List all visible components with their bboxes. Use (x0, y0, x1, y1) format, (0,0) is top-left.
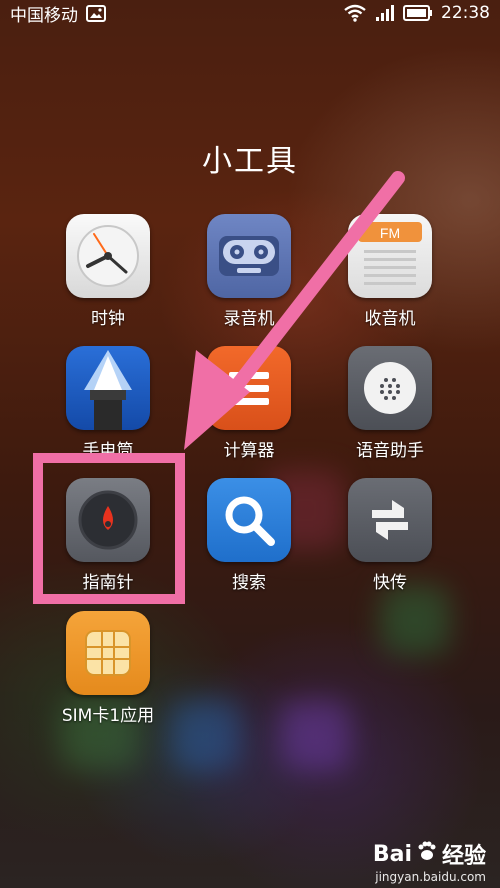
watermark-brand-prefix: Bai (372, 841, 412, 867)
watermark: Bai 经验 jingyan.baidu.com (373, 838, 486, 884)
watermark-brand: Bai 经验 (373, 838, 486, 870)
pointer-arrow (184, 171, 405, 450)
watermark-brand-suffix: 经验 (441, 844, 486, 869)
watermark-url: jingyan.baidu.com (375, 870, 486, 884)
paw-icon (416, 840, 438, 868)
